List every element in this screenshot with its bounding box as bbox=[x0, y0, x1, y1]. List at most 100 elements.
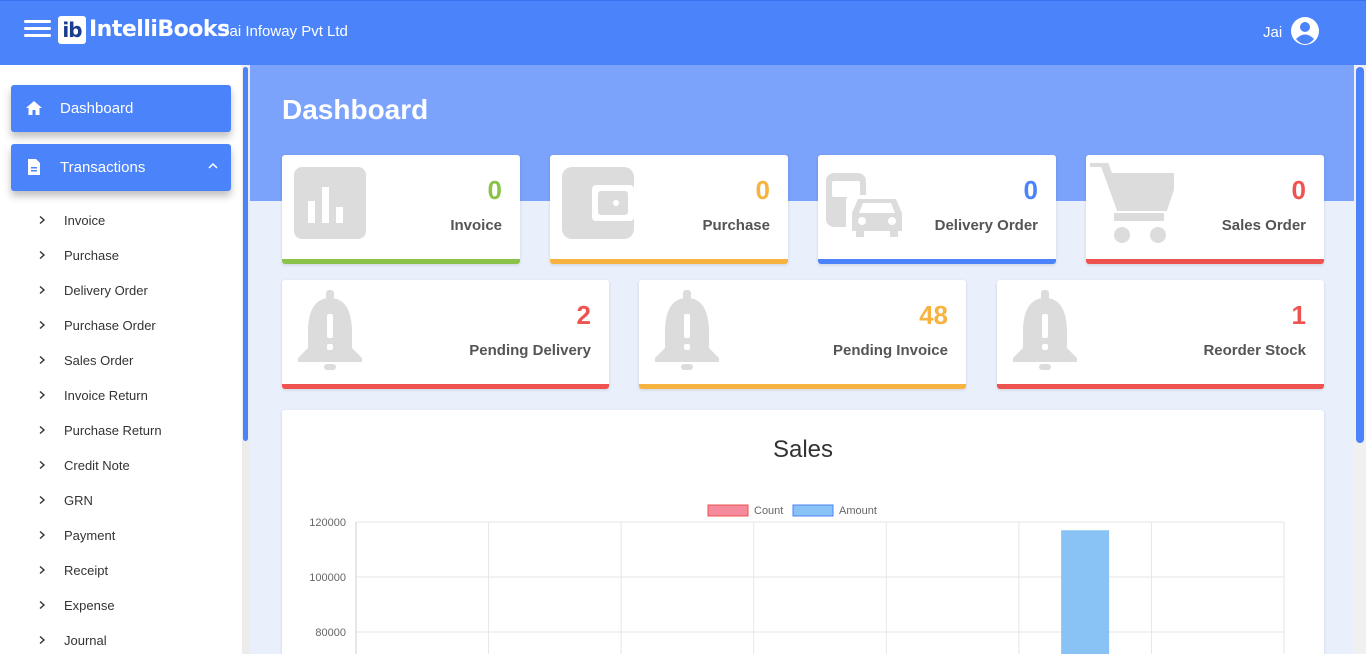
sidebar-item-label: Dashboard bbox=[60, 100, 134, 117]
stat-card-pending-delivery[interactable]: 2 Pending Delivery bbox=[282, 280, 609, 389]
stat-accent-bar bbox=[639, 384, 966, 389]
bar-amount-5[interactable] bbox=[1061, 530, 1110, 654]
legend-item-count[interactable]: Count bbox=[707, 504, 783, 517]
stat-value: 2 bbox=[576, 300, 591, 330]
cart-icon bbox=[1090, 159, 1180, 248]
sidebar-subitem-purchase-order[interactable]: Purchase Order bbox=[37, 311, 237, 341]
sidebar-subitem-label: Payment bbox=[64, 528, 116, 543]
sidebar-subitem-receipt[interactable]: Receipt bbox=[37, 556, 237, 586]
sidebar-item-dashboard[interactable]: Dashboard bbox=[11, 85, 231, 132]
legend-swatch bbox=[792, 504, 834, 517]
stat-card-sales-order[interactable]: 0 Sales Order bbox=[1086, 155, 1324, 264]
stat-value: 48 bbox=[919, 300, 948, 330]
sidebar-subitem-label: Purchase Return bbox=[64, 423, 162, 438]
y-tick-label: 80000 bbox=[315, 627, 346, 639]
stat-card-delivery-order[interactable]: 0 Delivery Order bbox=[818, 155, 1056, 264]
logo-mark: ib bbox=[58, 16, 86, 44]
sidebar-subitem-purchase[interactable]: Purchase bbox=[37, 241, 237, 271]
app-name: IntelliBooks bbox=[89, 17, 230, 42]
sidebar-scrollbar-thumb[interactable] bbox=[243, 67, 248, 441]
chevron-right-icon bbox=[39, 390, 46, 400]
stat-label: Purchase bbox=[702, 217, 770, 234]
legend-label: Amount bbox=[839, 505, 877, 517]
chevron-right-icon bbox=[39, 495, 46, 505]
y-tick-label: 100000 bbox=[309, 572, 346, 584]
top-bar: ib IntelliBooks Jai Infoway Pvt Ltd Jai bbox=[0, 0, 1366, 65]
sidebar-subitem-label: Credit Note bbox=[64, 458, 130, 473]
sidebar-subitem-expense[interactable]: Expense bbox=[37, 591, 237, 621]
chevron-up-icon[interactable] bbox=[207, 160, 219, 172]
main-scrollbar-thumb[interactable] bbox=[1356, 67, 1364, 443]
bell-alert-icon bbox=[655, 290, 719, 375]
bell-alert-icon bbox=[1013, 290, 1077, 375]
page-title: Dashboard bbox=[282, 94, 429, 125]
sidebar-item-label: Transactions bbox=[60, 159, 146, 176]
stat-card-invoice[interactable]: 0 Invoice bbox=[282, 155, 520, 264]
sidebar-subitem-grn[interactable]: GRN bbox=[37, 486, 237, 516]
sidebar: Dashboard Transactions Invoice Purchase De… bbox=[0, 65, 250, 654]
stat-card-purchase[interactable]: 0 Purchase bbox=[550, 155, 788, 264]
user-account-icon[interactable] bbox=[1290, 16, 1320, 46]
stat-value: 0 bbox=[487, 175, 502, 205]
wallet-icon bbox=[562, 167, 634, 244]
main-content: Dashboard 0 Invoice 0 Purchase 0 Delivery Ord… bbox=[250, 65, 1354, 654]
sidebar-subitem-credit-note[interactable]: Credit Note bbox=[37, 451, 237, 481]
stat-value: 0 bbox=[755, 175, 770, 205]
stat-accent-bar bbox=[550, 259, 788, 264]
stat-accent-bar bbox=[1086, 259, 1324, 264]
sidebar-subitem-invoice-return[interactable]: Invoice Return bbox=[37, 381, 237, 411]
chevron-right-icon bbox=[39, 285, 46, 295]
bar-chart-icon bbox=[294, 167, 366, 244]
sidebar-subitem-invoice[interactable]: Invoice bbox=[37, 206, 237, 236]
chevron-right-icon bbox=[39, 635, 46, 645]
stat-card-reorder-stock[interactable]: 1 Reorder Stock bbox=[997, 280, 1324, 389]
stat-accent-bar bbox=[282, 259, 520, 264]
sidebar-subitem-label: Expense bbox=[64, 598, 115, 613]
sidebar-subitem-label: Delivery Order bbox=[64, 283, 148, 298]
chevron-right-icon bbox=[39, 600, 46, 610]
sidebar-subitem-label: Sales Order bbox=[64, 353, 134, 368]
document-icon bbox=[28, 159, 40, 175]
stat-label: Pending Delivery bbox=[469, 342, 591, 359]
chevron-right-icon bbox=[39, 250, 46, 260]
sidebar-subitem-journal[interactable]: Journal bbox=[37, 626, 237, 654]
chevron-right-icon bbox=[39, 320, 46, 330]
legend-item-amount[interactable]: Amount bbox=[792, 504, 877, 517]
sidebar-subitem-delivery-order[interactable]: Delivery Order bbox=[37, 276, 237, 306]
sidebar-subitem-purchase-return[interactable]: Purchase Return bbox=[37, 416, 237, 446]
stat-card-pending-invoice[interactable]: 48 Pending Invoice bbox=[639, 280, 966, 389]
stat-value: 1 bbox=[1291, 300, 1306, 330]
stat-label: Delivery Order bbox=[934, 217, 1038, 234]
stat-label: Pending Invoice bbox=[832, 342, 948, 359]
stat-accent-bar bbox=[997, 384, 1324, 389]
sidebar-subitem-label: GRN bbox=[64, 493, 93, 508]
sidebar-subitem-label: Receipt bbox=[64, 563, 109, 578]
stat-accent-bar bbox=[282, 384, 609, 389]
sidebar-subitem-label: Purchase bbox=[64, 248, 119, 263]
stat-accent-bar bbox=[818, 259, 1056, 264]
menu-icon[interactable] bbox=[24, 19, 51, 39]
company-name: Jai Infoway Pvt Ltd bbox=[222, 23, 348, 40]
sidebar-subitem-label: Purchase Order bbox=[64, 318, 156, 333]
y-tick-label: 120000 bbox=[309, 517, 346, 529]
sales-chart-card: Sales Count Amount 120000 100000 80000 bbox=[282, 410, 1324, 654]
sidebar-subitem-label: Invoice Return bbox=[64, 388, 148, 403]
sidebar-subitem-label: Journal bbox=[64, 633, 107, 648]
sidebar-subitem-sales-order[interactable]: Sales Order bbox=[37, 346, 237, 376]
sales-chart: Count Amount 120000 100000 80000 bbox=[309, 504, 1285, 654]
chevron-right-icon bbox=[39, 530, 46, 540]
sidebar-item-transactions[interactable]: Transactions bbox=[11, 144, 231, 191]
chevron-right-icon bbox=[39, 425, 46, 435]
home-icon bbox=[26, 101, 42, 115]
user-name[interactable]: Jai bbox=[1263, 24, 1282, 41]
bell-alert-icon bbox=[298, 290, 362, 375]
chevron-right-icon bbox=[39, 460, 46, 470]
chevron-right-icon bbox=[39, 355, 46, 365]
stat-label: Invoice bbox=[450, 217, 502, 234]
stat-label: Sales Order bbox=[1221, 217, 1306, 234]
sidebar-subitem-payment[interactable]: Payment bbox=[37, 521, 237, 551]
stat-label: Reorder Stock bbox=[1203, 342, 1306, 359]
legend-label: Count bbox=[754, 505, 783, 517]
stat-value: 0 bbox=[1291, 175, 1306, 205]
chevron-right-icon bbox=[39, 565, 46, 575]
